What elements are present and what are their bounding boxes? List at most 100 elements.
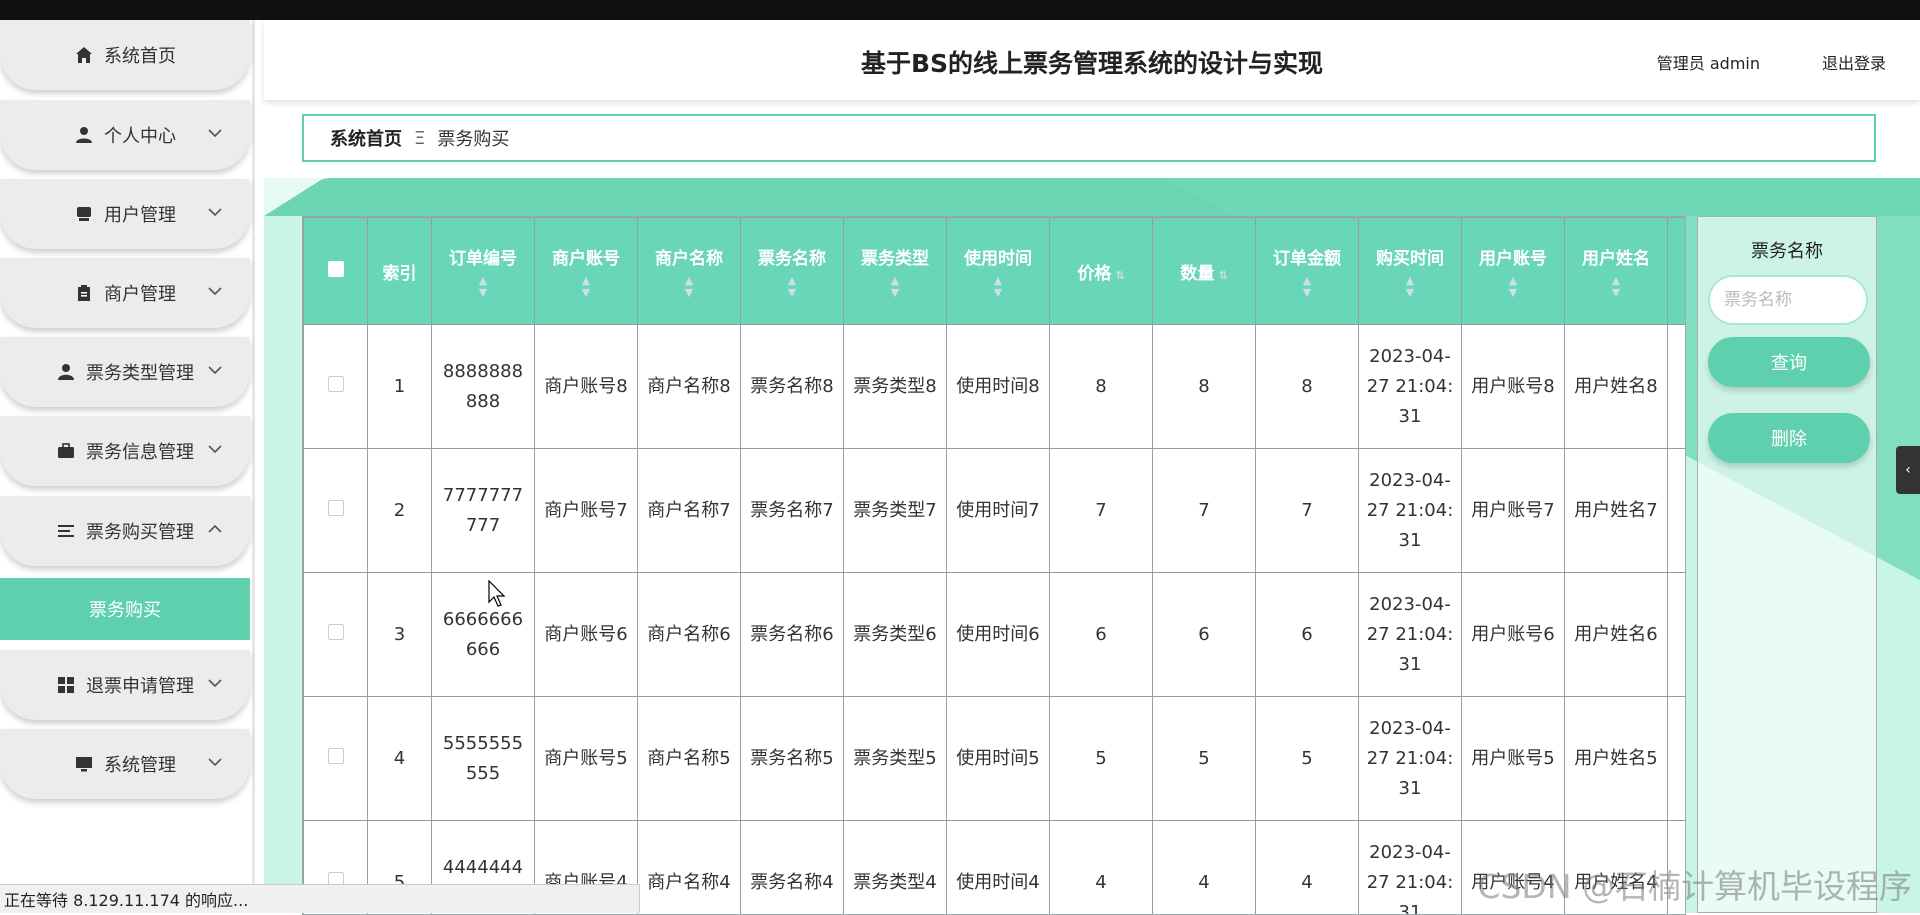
row-checkbox[interactable]	[328, 748, 344, 764]
cell-order-no: 6666666666	[432, 573, 535, 697]
cell-price: 5	[1050, 697, 1153, 821]
sidebar-item-refund-manage[interactable]: 退票申请管理	[0, 650, 250, 720]
col-order-no[interactable]: 订单编号▲▼	[432, 218, 535, 325]
cell-merchant-name: 商户名称7	[638, 449, 741, 573]
sidebar-item-home[interactable]: 系统首页	[0, 20, 250, 90]
cell-amount: 4	[1256, 821, 1359, 915]
query-button[interactable]: 查询	[1708, 337, 1870, 387]
logout-link[interactable]: 退出登录	[1822, 50, 1886, 74]
col-price[interactable]: 价格 ⇅	[1050, 218, 1153, 325]
cell-index: 4	[368, 697, 432, 821]
sort-icon[interactable]: ⇅	[1218, 269, 1227, 282]
cell-user-name: 用户姓名5	[1565, 697, 1668, 821]
sort-icon[interactable]: ▲▼	[433, 275, 533, 299]
chevron-down-icon	[206, 753, 224, 771]
cell-buy-time: 2023-04-27 21:04:31	[1359, 449, 1462, 573]
search-input[interactable]	[1708, 275, 1868, 325]
sidebar-item-merchant-manage[interactable]: 商户管理	[0, 258, 250, 328]
sidebar-item-label: 票务购买管理	[86, 518, 194, 544]
breadcrumb-current: 票务购买	[437, 125, 509, 151]
cell-ticket-type: 票务类型4	[844, 821, 947, 915]
breadcrumb-separator-icon: Ξ	[414, 128, 425, 149]
cell-use-time: 使用时间7	[947, 449, 1050, 573]
col-user-account[interactable]: 用户账号▲▼	[1462, 218, 1565, 325]
header-label: 价格	[1077, 264, 1111, 284]
table-row[interactable]: 3 6666666666 商户账号6 商户名称6 票务名称6 票务类型6 使用时…	[304, 573, 1687, 697]
cell-order-no: 8888888888	[432, 325, 535, 449]
sidebar-item-label: 用户管理	[104, 201, 176, 227]
sort-icon[interactable]: ⇅	[1115, 269, 1124, 282]
sort-icon[interactable]: ▲▼	[1360, 275, 1460, 299]
cell-extra: 手	[1668, 449, 1687, 573]
user-manage-icon	[74, 204, 94, 224]
header-label: 使用时间	[964, 249, 1032, 269]
col-ticket-name[interactable]: 票务名称 ▲▼	[741, 218, 844, 325]
cell-amount: 6	[1256, 573, 1359, 697]
cell-merchant-name: 商户名称8	[638, 325, 741, 449]
sort-icon[interactable]: ▲▼	[639, 275, 739, 299]
sidebar-item-user-manage[interactable]: 用户管理	[0, 179, 250, 249]
sort-icon[interactable]: ▲▼	[536, 275, 636, 299]
sidebar-item-ticket-purchase-manage[interactable]: 票务购买管理	[0, 496, 250, 566]
cell-price: 7	[1050, 449, 1153, 573]
col-use-time[interactable]: 使用时间 ▲▼	[947, 218, 1050, 325]
row-checkbox[interactable]	[328, 624, 344, 640]
cell-user-account: 用户账号5	[1462, 697, 1565, 821]
chevron-left-icon: ‹	[1905, 462, 1911, 478]
sidebar-item-personal-center[interactable]: 个人中心	[0, 100, 250, 170]
cell-use-time: 使用时间4	[947, 821, 1050, 915]
search-panel: 票务名称 查询 删除	[1697, 216, 1877, 913]
data-table: 索引 订单编号▲▼ 商户账号▲▼ 商户名称▲▼ 票务名称▲▼ 票务类型▲▼ 使用…	[303, 217, 1686, 915]
row-checkbox[interactable]	[328, 376, 344, 392]
cell-price: 4	[1050, 821, 1153, 915]
select-all-checkbox[interactable]	[328, 261, 344, 277]
col-buy-time[interactable]: 购买时间▲▼	[1359, 218, 1462, 325]
sidebar-item-ticket-info-manage[interactable]: 票务信息管理	[0, 416, 250, 486]
submenu-item-ticket-purchase[interactable]: 票务购买	[0, 578, 250, 640]
search-label: 票务名称	[1698, 237, 1876, 263]
watermark: CSDN @石楠计算机毕设程序	[1477, 860, 1912, 908]
col-amount[interactable]: 订单金额▲▼	[1256, 218, 1359, 325]
cell-quantity: 5	[1153, 697, 1256, 821]
mouse-cursor-icon	[488, 580, 508, 608]
collapse-panel-tab[interactable]: ‹	[1896, 446, 1920, 494]
cell-ticket-name: 票务名称8	[741, 325, 844, 449]
row-checkbox[interactable]	[328, 500, 344, 516]
chevron-down-icon	[206, 203, 224, 221]
col-ticket-type[interactable]: 票务类型▲▼	[844, 218, 947, 325]
delete-button[interactable]: 删除	[1708, 413, 1870, 463]
sidebar-item-label: 票务类型管理	[86, 359, 194, 385]
col-user-name[interactable]: 用户姓名 ▲▼	[1565, 218, 1668, 325]
cell-ticket-type: 票务类型7	[844, 449, 947, 573]
col-merchant-account[interactable]: 商户账号▲▼	[535, 218, 638, 325]
cell-user-name: 用户姓名7	[1565, 449, 1668, 573]
sidebar-item-system-manage[interactable]: 系统管理	[0, 729, 250, 799]
cell-buy-time: 2023-04-27 21:04:31	[1359, 821, 1462, 915]
cell-index: 2	[368, 449, 432, 573]
sort-icon[interactable]: ▲▼	[1257, 275, 1357, 299]
cell-index: 1	[368, 325, 432, 449]
sort-icon[interactable]: ▲▼	[948, 275, 1048, 299]
sort-icon[interactable]: ▲▼	[742, 275, 842, 299]
sort-icon[interactable]: ▲▼	[1566, 275, 1666, 299]
row-checkbox-cell	[304, 325, 368, 449]
header-label: 票务名称	[758, 249, 826, 269]
cell-ticket-type: 票务类型5	[844, 697, 947, 821]
header-label: 数量	[1180, 264, 1214, 284]
table-row[interactable]: 2 7777777777 商户账号7 商户名称7 票务名称7 票务类型7 使用时…	[304, 449, 1687, 573]
sidebar-item-label: 票务信息管理	[86, 438, 194, 464]
table-row[interactable]: 4 5555555555 商户账号5 商户名称5 票务名称5 票务类型5 使用时…	[304, 697, 1687, 821]
select-all-cell	[304, 218, 368, 325]
col-quantity[interactable]: 数量 ⇅	[1153, 218, 1256, 325]
col-merchant-name[interactable]: 商户名称▲▼	[638, 218, 741, 325]
breadcrumb-home[interactable]: 系统首页	[330, 125, 402, 151]
header-label: 用户姓名	[1582, 249, 1650, 269]
table-row[interactable]: 1 8888888888 商户账号8 商户名称8 票务名称8 票务类型8 使用时…	[304, 325, 1687, 449]
clipboard-icon	[74, 283, 94, 303]
chevron-down-icon	[206, 361, 224, 379]
sort-icon[interactable]: ▲▼	[845, 275, 945, 299]
sort-icon[interactable]: ▲▼	[1463, 275, 1563, 299]
sidebar-item-ticket-type-manage[interactable]: 票务类型管理	[0, 337, 250, 407]
cell-quantity: 8	[1153, 325, 1256, 449]
data-table-container[interactable]: 索引 订单编号▲▼ 商户账号▲▼ 商户名称▲▼ 票务名称▲▼ 票务类型▲▼ 使用…	[302, 216, 1686, 915]
